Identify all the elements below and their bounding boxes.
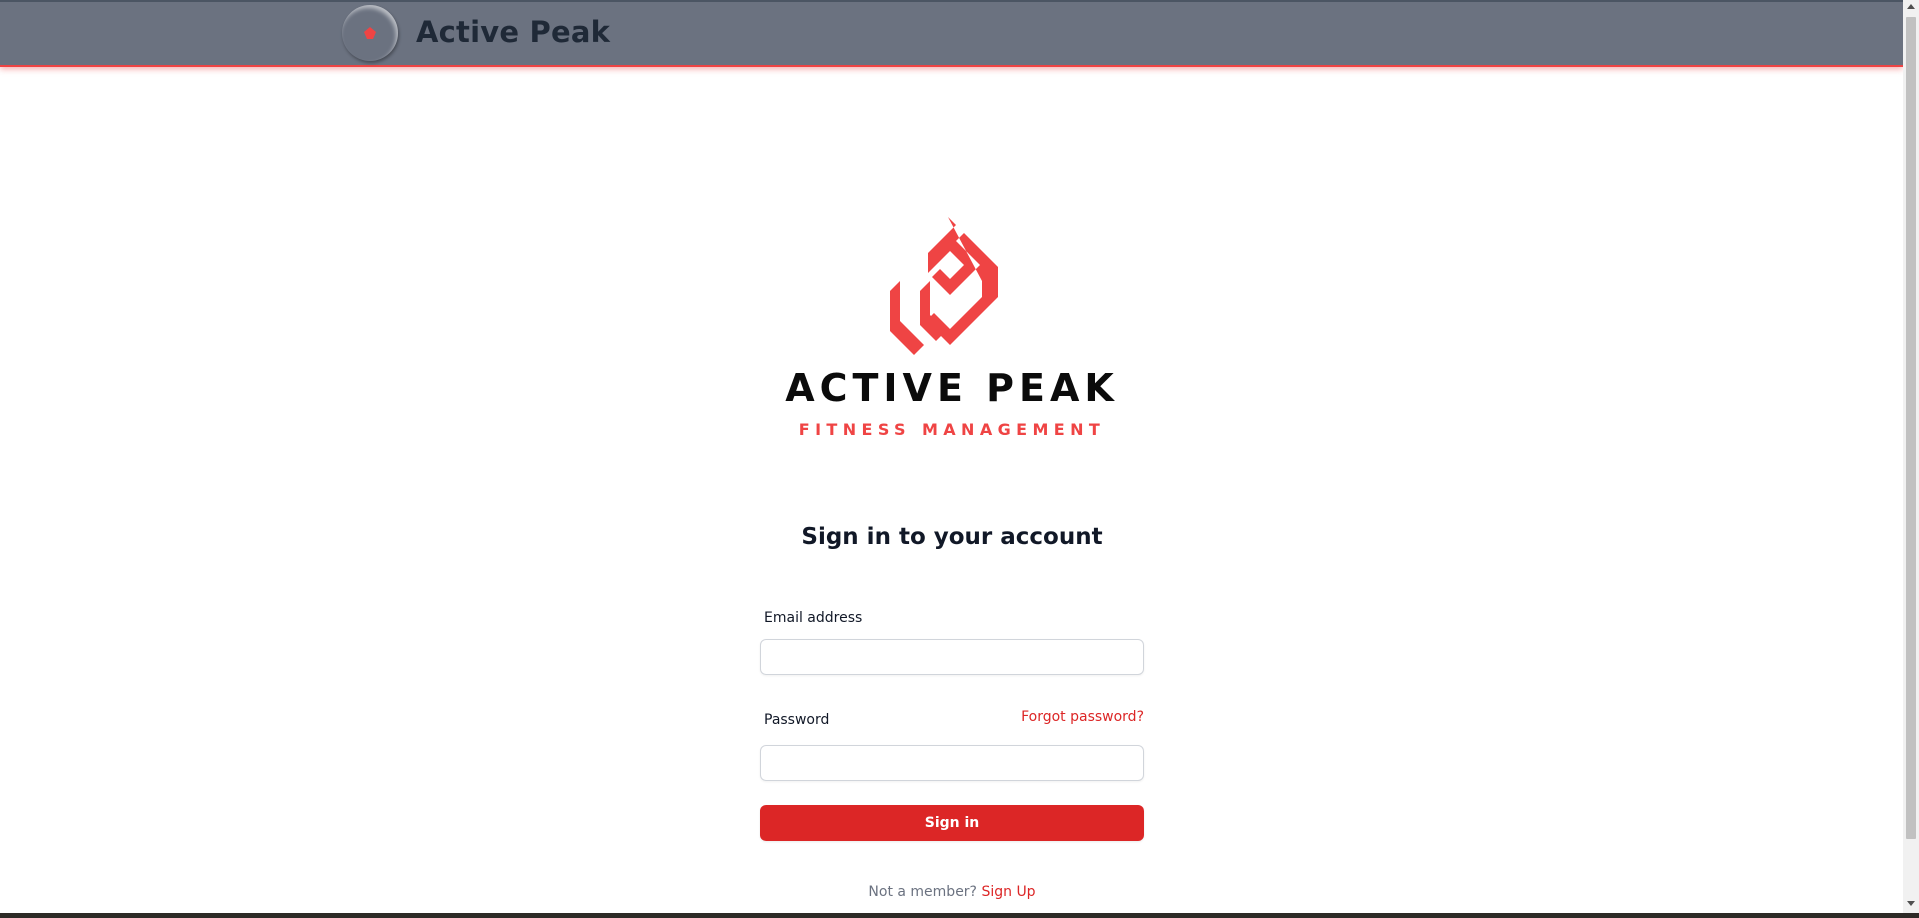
active-peak-logo-mark [890,217,998,355]
scrollbar-thumb[interactable] [1906,17,1916,839]
header-brand-name: Active Peak [416,15,611,49]
vertical-scrollbar[interactable] [1903,0,1919,913]
sign-in-button[interactable]: Sign in [760,805,1144,841]
logo-wordmark: ACTIVE PEAK [785,366,1119,410]
header-logo-button[interactable] [342,5,398,61]
forgot-password-link[interactable]: Forgot password? [1021,709,1144,725]
password-label: Password [764,712,830,728]
signup-prompt: Not a member? [868,884,977,900]
scroll-down-arrow-icon[interactable] [1907,901,1915,906]
top-header-bar: Active Peak [0,0,1903,67]
email-field[interactable] [760,639,1144,675]
signup-prompt-line: Not a member? Sign Up [700,884,1204,900]
logo-tagline: FITNESS MANAGEMENT [798,420,1106,439]
scroll-up-arrow-icon[interactable] [1907,4,1915,9]
bottom-edge-strip [0,913,1919,918]
active-peak-logo-icon [364,27,376,39]
sign-up-link[interactable]: Sign Up [981,884,1035,900]
email-label: Email address [764,610,863,626]
page: Active Peak ACTIVE PEAK FITNESS MANAGEME… [0,0,1919,918]
page-title: Sign in to your account [801,524,1103,550]
password-field[interactable] [760,745,1144,781]
